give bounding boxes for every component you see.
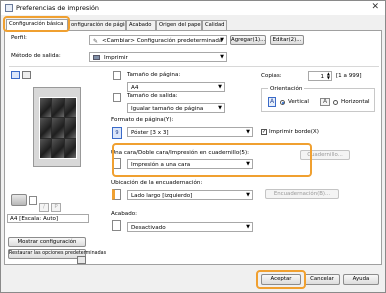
printer-icon xyxy=(93,55,100,60)
binding-edge-icon xyxy=(112,189,121,200)
tab-finishing[interactable]: Acabado xyxy=(126,20,156,30)
staple-icon: / xyxy=(39,203,49,212)
title-bar: Preferencias de impresión ✕ xyxy=(1,1,385,15)
output-size-select[interactable]: Igualar tamaño de página ▼ xyxy=(127,103,225,113)
profile-select[interactable]: ✎ <Cambiar> Configuración predeterminada… xyxy=(89,35,227,45)
tab-page-setup[interactable]: onfiguración de página xyxy=(68,20,126,30)
binding-select[interactable]: Lado largo [izquierdo] ▼ xyxy=(127,190,253,200)
copies-stepper[interactable]: 1 ▲ ▼ xyxy=(308,71,332,81)
page-size-label: Tamaño de página: xyxy=(127,72,181,78)
binding-button[interactable]: Encuadernación(B)... xyxy=(265,189,339,199)
tab-paper-source[interactable]: Origen del papel xyxy=(156,20,202,30)
portrait-radio[interactable] xyxy=(280,100,285,105)
page-icon xyxy=(29,196,37,205)
help-button[interactable]: Ayuda xyxy=(343,274,379,285)
tab-quality[interactable]: Calidad xyxy=(202,20,227,30)
duplex-label: Una cara/Doble cara/Impresión en cuadern… xyxy=(111,150,250,156)
binding-label: Ubicación de la encuadernación: xyxy=(111,180,203,186)
page-size-icon xyxy=(113,71,121,80)
page-size-select[interactable]: A4 ▼ xyxy=(127,82,225,92)
output-method-select[interactable]: Imprimir ▼ xyxy=(89,52,227,62)
chevron-down-icon: ▼ xyxy=(218,84,222,90)
page-view-icon[interactable] xyxy=(11,71,20,79)
chevron-down-icon: ▼ xyxy=(220,37,224,43)
print-preferences-window: Preferencias de impresión ✕ Configuració… xyxy=(0,0,386,293)
spinner-arrows-icon[interactable]: ▲ ▼ xyxy=(327,72,330,80)
close-icon[interactable]: ✕ xyxy=(371,2,379,12)
restore-defaults-button[interactable]: Restaurar las opciones predeterminadas xyxy=(8,249,106,259)
duplex-select[interactable]: Impresión a una cara ▼ xyxy=(127,159,253,169)
output-size-label: Tamaño de salida: xyxy=(127,93,178,99)
profile-label: Perfil: xyxy=(11,35,27,41)
chevron-down-icon: ▼ xyxy=(246,192,250,198)
copies-range: [1 a 999] xyxy=(336,73,362,79)
copies-label: Copias: xyxy=(261,73,282,79)
print-borders-label: Imprimir borde(X) xyxy=(269,129,319,135)
page-layout-select[interactable]: Póster [3 x 3] ▼ xyxy=(127,127,253,137)
chevron-down-icon: ▼ xyxy=(246,224,250,230)
chevron-down-icon: ▼ xyxy=(218,105,222,111)
portrait-label: Vertical xyxy=(288,99,309,105)
edit-profile-button[interactable]: Editar(2)... xyxy=(270,35,304,45)
booklet-button[interactable]: Cuadernillo... xyxy=(300,150,350,160)
page-preview xyxy=(33,87,81,167)
finishing-icon xyxy=(112,220,121,231)
finishing-select[interactable]: Desactivado ▼ xyxy=(127,222,253,232)
add-profile-button[interactable]: Agregar(1)... xyxy=(230,35,266,45)
settings-panel: Perfil: ✎ <Cambiar> Configuración predet… xyxy=(4,30,382,265)
landscape-radio[interactable] xyxy=(333,100,338,105)
finishing-label: Acabado: xyxy=(111,211,138,217)
page-layout-label: Formato de página(Y): xyxy=(111,117,174,123)
punch-icon: P xyxy=(51,203,61,212)
chevron-down-icon: ▼ xyxy=(246,129,250,135)
window-title: Preferencias de impresión xyxy=(16,4,99,12)
output-size-icon xyxy=(113,93,121,102)
printer-app-icon xyxy=(5,4,13,12)
ok-button[interactable]: Aceptar xyxy=(261,274,301,285)
show-settings-button[interactable]: Mostrar configuración xyxy=(8,237,86,247)
orientation-group: Orientación A Vertical A Horizontal xyxy=(261,86,375,112)
portrait-icon: A xyxy=(268,97,276,107)
pencil-icon: ✎ xyxy=(93,37,99,45)
preview-caption: A4 [Escala: Auto] xyxy=(7,214,89,223)
chevron-down-icon: ▼ xyxy=(246,161,250,167)
divider xyxy=(9,66,379,67)
output-method-label: Método de salida: xyxy=(11,53,61,59)
poster-layout-icon: 9 xyxy=(112,127,122,139)
printer-status-icon xyxy=(11,194,27,206)
tab-basic-settings[interactable]: Configuración básica xyxy=(6,19,68,31)
orientation-label: Orientación xyxy=(268,86,305,92)
landscape-icon: A xyxy=(320,98,330,106)
poster-grid-image xyxy=(39,97,77,159)
printer-view-icon[interactable] xyxy=(22,71,31,79)
print-borders-checkbox[interactable]: ✓ xyxy=(261,129,267,135)
cancel-button[interactable]: Cancelar xyxy=(304,274,340,285)
settings-icon[interactable] xyxy=(77,256,86,264)
landscape-label: Horizontal xyxy=(341,99,370,105)
single-sided-icon xyxy=(112,158,121,169)
chevron-down-icon: ▼ xyxy=(220,54,224,60)
